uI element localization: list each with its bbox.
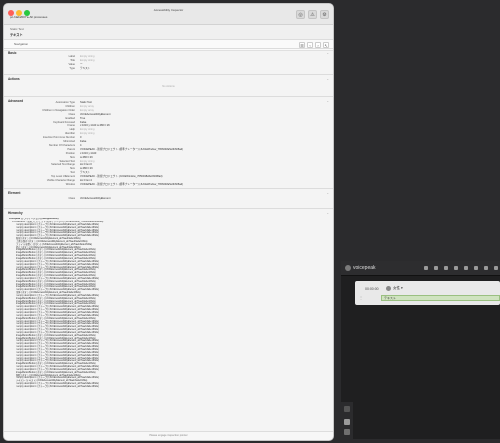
save-icon[interactable] (434, 266, 438, 270)
section-advanced: Advanced ⌄ Automation Type Static Text Chi… (4, 96, 333, 189)
stop-icon[interactable] (454, 266, 458, 270)
tool-icon[interactable] (344, 429, 350, 435)
section-element: Element ⌄ Class JUCEAccessibilityElement (4, 188, 333, 209)
property-row: Type テキスト (4, 67, 333, 71)
narrator-select[interactable]: 女性 ▾ (393, 286, 403, 291)
toolbar-icons: ◎ ⚠ ⚙ (296, 10, 329, 19)
section-title[interactable]: Element (8, 191, 20, 195)
tool-icon[interactable] (344, 406, 350, 412)
settings-icon[interactable]: ⚙ (320, 10, 329, 19)
voicepeak-window: voicepeak 00:00:00 女性 ▾ ⋮ テキスト (341, 261, 500, 439)
audit-icon[interactable]: ⚠ (308, 10, 317, 19)
property-row: Window VOICEPEAK - 新規プロジェクト (標準ナレーター) (JU… (4, 183, 333, 187)
property-value: JUCEAccessibilityElement (80, 197, 111, 200)
voicepeak-side-tools (341, 402, 353, 439)
drag-handle-icon[interactable]: ⋮ (359, 295, 363, 300)
export-icon[interactable] (474, 266, 478, 270)
text-input[interactable]: テキスト (381, 295, 500, 301)
more-icon[interactable] (494, 266, 498, 270)
title-bar: Accessibility Inspector pc-hlab2007 ▸ Al… (4, 4, 333, 25)
no-actions-text: No Actions (162, 85, 175, 88)
section-hierarchy: Hierarchy ⌄ Voicepeak (アプリケーション) (NSAppl… (4, 208, 333, 437)
section-title[interactable]: Actions (8, 77, 20, 81)
play-icon[interactable] (464, 266, 468, 270)
property-value: VOICEPEAK - 新規プロジェクト (標準ナレーター) (JUCEWind… (80, 182, 184, 186)
target-selector[interactable]: pc-hlab2007 ▸ All processes (10, 15, 47, 19)
chevron-down-icon[interactable]: ⌄ (326, 191, 329, 195)
pen-icon[interactable] (344, 419, 350, 425)
navigation-label: Navigation (14, 42, 29, 46)
footer-status: Please engage inspection pointer (4, 431, 333, 440)
window-title: Accessibility Inspector (153, 8, 184, 12)
property-key: Class (68, 197, 76, 200)
hierarchy-tree: VOICEPEAK - 新規プロジェクト (標準ナレーター) (JUCEWind… (12, 221, 329, 389)
hierarchy-item[interactable]: <empty description> (グループ) (JUCEAccessib… (12, 386, 329, 389)
element-name: テキスト (10, 33, 23, 37)
property-key: Window (65, 182, 75, 186)
element-role: Static Text (10, 27, 24, 31)
accessibility-inspector-window: Accessibility Inspector pc-hlab2007 ▸ Al… (3, 3, 334, 441)
chevron-down-icon[interactable]: ⌄ (326, 211, 329, 215)
voice-block[interactable]: 00:00:00 女性 ▾ ⋮ テキスト (355, 281, 500, 305)
narrator-avatar (386, 286, 391, 291)
element-header: Static Text テキスト (4, 25, 333, 40)
section-title[interactable]: Hierarchy (8, 211, 23, 215)
section-actions: Actions ⌄ No Actions (4, 74, 333, 97)
voicepeak-toolbar-icons (424, 266, 498, 270)
new-file-icon[interactable] (424, 266, 428, 270)
block-time: 00:00:00 (365, 287, 379, 291)
open-folder-icon[interactable] (444, 266, 448, 270)
grid-icon[interactable] (484, 266, 488, 270)
chevron-down-icon[interactable]: ⌄ (326, 77, 329, 81)
voicepeak-app-name: voicepeak (353, 265, 376, 271)
property-row: Class JUCEAccessibilityElement (4, 197, 333, 201)
voicepeak-toolbar: voicepeak (341, 261, 500, 276)
inspection-pointer-icon[interactable]: ◎ (296, 10, 305, 19)
property-key: Type (69, 67, 75, 70)
voicepeak-logo-icon (345, 265, 351, 271)
property-value: テキスト (80, 67, 91, 70)
